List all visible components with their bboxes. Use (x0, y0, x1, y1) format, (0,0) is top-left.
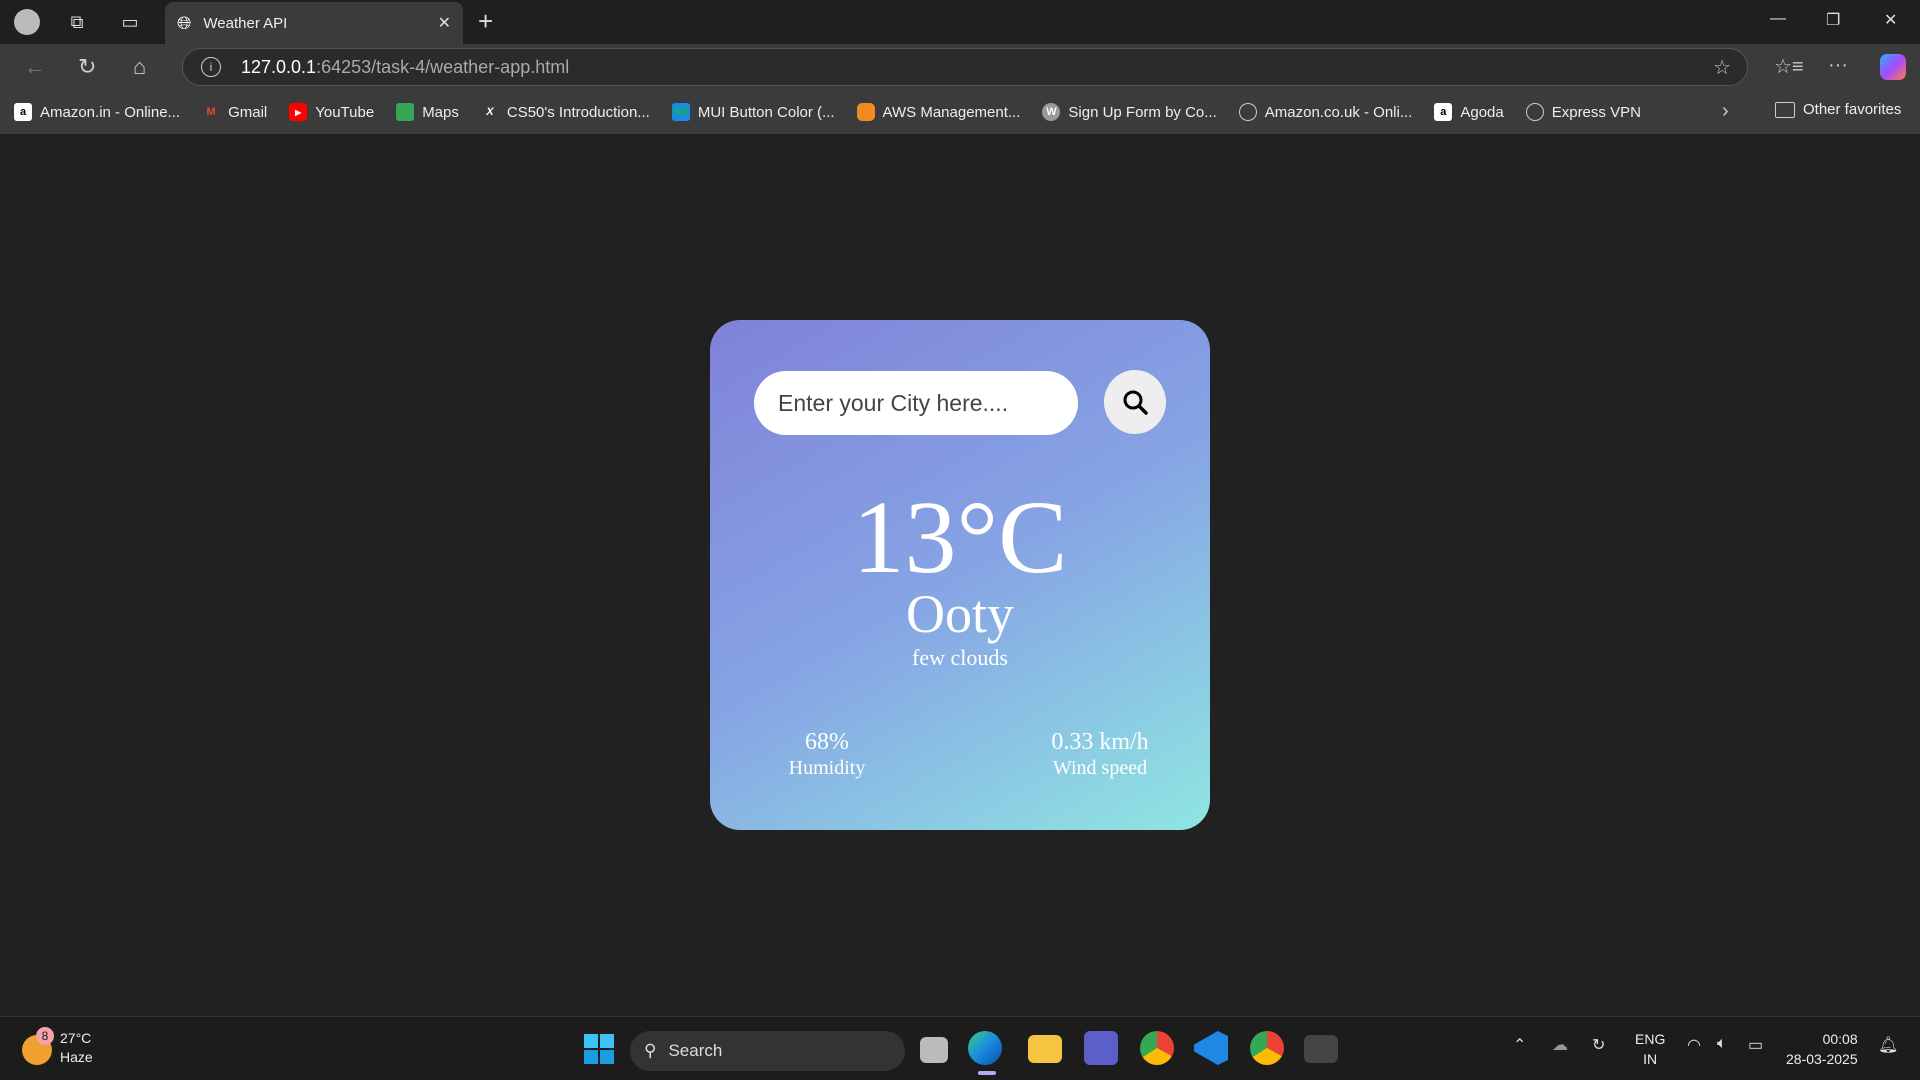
taskbar-search[interactable]: ⚲ Search (630, 1031, 905, 1071)
taskbar: 8 27°C Haze ⚲ Search ⌃ ☁ ↻ ENG IN ◠ 🔈︎ ▭ 00… (0, 1016, 1920, 1080)
tab-weather-api[interactable]: 🌐︎ Weather API ✕ (165, 2, 463, 44)
humidity-label: Humidity (788, 757, 866, 779)
tab-bar: ⧉ ▭ 🌐︎ Weather API ✕ + — ❐ ✕ (0, 0, 1920, 44)
close-window-button[interactable]: ✕ (1884, 10, 1897, 30)
weather-condition: Haze (60, 1049, 93, 1065)
globe-icon: 🌐︎ (177, 12, 192, 33)
terminal-icon[interactable] (1304, 1035, 1338, 1063)
wordpress-icon: W (1042, 103, 1061, 121)
new-tab-button[interactable]: + (478, 8, 493, 34)
youtube-icon: ▶ (289, 103, 308, 121)
wind-value: 0.33 km/h (1051, 729, 1149, 755)
profile-avatar[interactable] (13, 8, 41, 36)
aws-icon (856, 103, 875, 121)
file-explorer-icon[interactable] (1028, 1035, 1062, 1063)
chrome-icon[interactable] (1140, 1031, 1174, 1065)
humidity-stat: 68% Humidity (727, 728, 927, 780)
address-bar[interactable]: i 127.0.0.1:64253/task-4/weather-app.htm… (182, 48, 1748, 86)
search-icon: ⚲ (644, 1041, 657, 1060)
volume-icon[interactable]: 🔈︎ (1717, 1035, 1727, 1053)
bookmark-signup-form[interactable]: W Sign Up Form by Co... (1042, 103, 1217, 121)
gmail-icon: M (206, 106, 216, 118)
amazon-icon: a (14, 103, 32, 121)
favorites-icon[interactable]: ☆≡ (1774, 54, 1804, 79)
close-tab-icon[interactable]: ✕ (438, 13, 451, 33)
vscode-icon[interactable] (1194, 1031, 1228, 1065)
bookmark-express-vpn[interactable]: Express VPN (1525, 103, 1641, 121)
toolbar: ← ↻ ⌂ i 127.0.0.1:64253/task-4/weather-a… (0, 44, 1920, 90)
workspaces-icon[interactable]: ⧉ (63, 8, 91, 36)
maps-icon (396, 103, 415, 121)
windows-start-icon[interactable] (584, 1034, 614, 1064)
globe-icon (1238, 103, 1257, 121)
active-indicator (978, 1071, 996, 1075)
more-menu-icon[interactable]: ··· (1828, 54, 1848, 77)
notifications-bell-icon[interactable]: 🔔︎ (1878, 1035, 1898, 1055)
folder-icon (1775, 101, 1795, 118)
x-icon: X (486, 106, 494, 118)
more-bookmarks-chevron-icon[interactable]: › (1722, 100, 1729, 123)
bookmark-gmail[interactable]: M Gmail (202, 103, 267, 121)
city-name: Ooty (906, 584, 1014, 644)
teams-icon[interactable] (1084, 1031, 1118, 1065)
favorite-star-icon[interactable]: ☆ (1713, 55, 1731, 80)
agoda-icon: a (1434, 103, 1453, 121)
show-hidden-icons-chevron-icon[interactable]: ⌃ (1513, 1035, 1526, 1055)
globe-icon (1525, 103, 1544, 121)
humidity-value: 68% (805, 729, 849, 755)
wind-stat: 0.33 km/h Wind speed (1000, 728, 1200, 780)
sd-icon: SD (671, 103, 690, 121)
bookmark-aws[interactable]: AWS Management... (856, 103, 1020, 121)
wifi-icon[interactable]: ◠ (1687, 1035, 1701, 1055)
weather-card: 13°C Ooty few clouds 68% Humidity 0.33 k… (710, 320, 1210, 830)
language-indicator[interactable]: ENG IN (1635, 1029, 1665, 1069)
site-info-icon[interactable]: i (201, 57, 221, 77)
vertical-tabs-icon[interactable]: ▭ (116, 8, 144, 36)
search-button[interactable] (1104, 370, 1166, 434)
refresh-button[interactable]: ↻ (78, 54, 96, 80)
weather-widget[interactable]: 8 27°C Haze (22, 1027, 93, 1067)
weather-description: few clouds (912, 645, 1008, 670)
sync-icon[interactable]: ↻ (1592, 1035, 1605, 1055)
wind-label: Wind speed (1052, 757, 1148, 779)
bookmark-amazon-in[interactable]: a Amazon.in - Online... (14, 103, 180, 121)
onedrive-offline-icon[interactable]: ☁ (1552, 1035, 1568, 1055)
clock[interactable]: 00:08 28-03-2025 (1786, 1029, 1858, 1069)
home-button[interactable]: ⌂ (133, 54, 146, 80)
bookmark-cs50[interactable]: X CS50's Introduction... (481, 103, 650, 121)
restore-button[interactable]: ❐ (1826, 10, 1840, 30)
temperature: 13°C (852, 480, 1068, 595)
chrome-profile-icon[interactable] (1250, 1031, 1284, 1065)
edge-icon[interactable] (968, 1031, 1002, 1065)
task-view-icon[interactable] (920, 1037, 948, 1063)
back-button[interactable]: ← (24, 54, 46, 80)
search-icon (1123, 390, 1148, 415)
minimize-button[interactable]: — (1770, 10, 1786, 28)
url-text: 127.0.0.1:64253/task-4/weather-app.html (241, 56, 570, 77)
bookmark-agoda[interactable]: a Agoda (1434, 103, 1504, 121)
other-favorites[interactable]: Other favorites (1775, 101, 1901, 118)
notification-badge: 8 (36, 1027, 54, 1045)
tab-title: Weather API (203, 14, 288, 32)
bookmarks-bar: a Amazon.in - Online... M Gmail ▶ YouTube M… (0, 90, 1920, 134)
bookmark-youtube[interactable]: ▶ YouTube (289, 103, 374, 121)
bookmark-mui[interactable]: SD MUI Button Color (... (671, 103, 835, 121)
weather-temp: 27°C (60, 1030, 92, 1046)
bookmark-amazon-uk[interactable]: Amazon.co.uk - Onli... (1238, 103, 1412, 121)
copilot-icon[interactable] (1880, 54, 1906, 80)
city-search-input[interactable] (754, 371, 1078, 435)
bookmark-maps[interactable]: Maps (396, 103, 459, 121)
battery-icon[interactable]: ▭ (1748, 1035, 1763, 1055)
weather-haze-icon: 8 (22, 1027, 54, 1065)
